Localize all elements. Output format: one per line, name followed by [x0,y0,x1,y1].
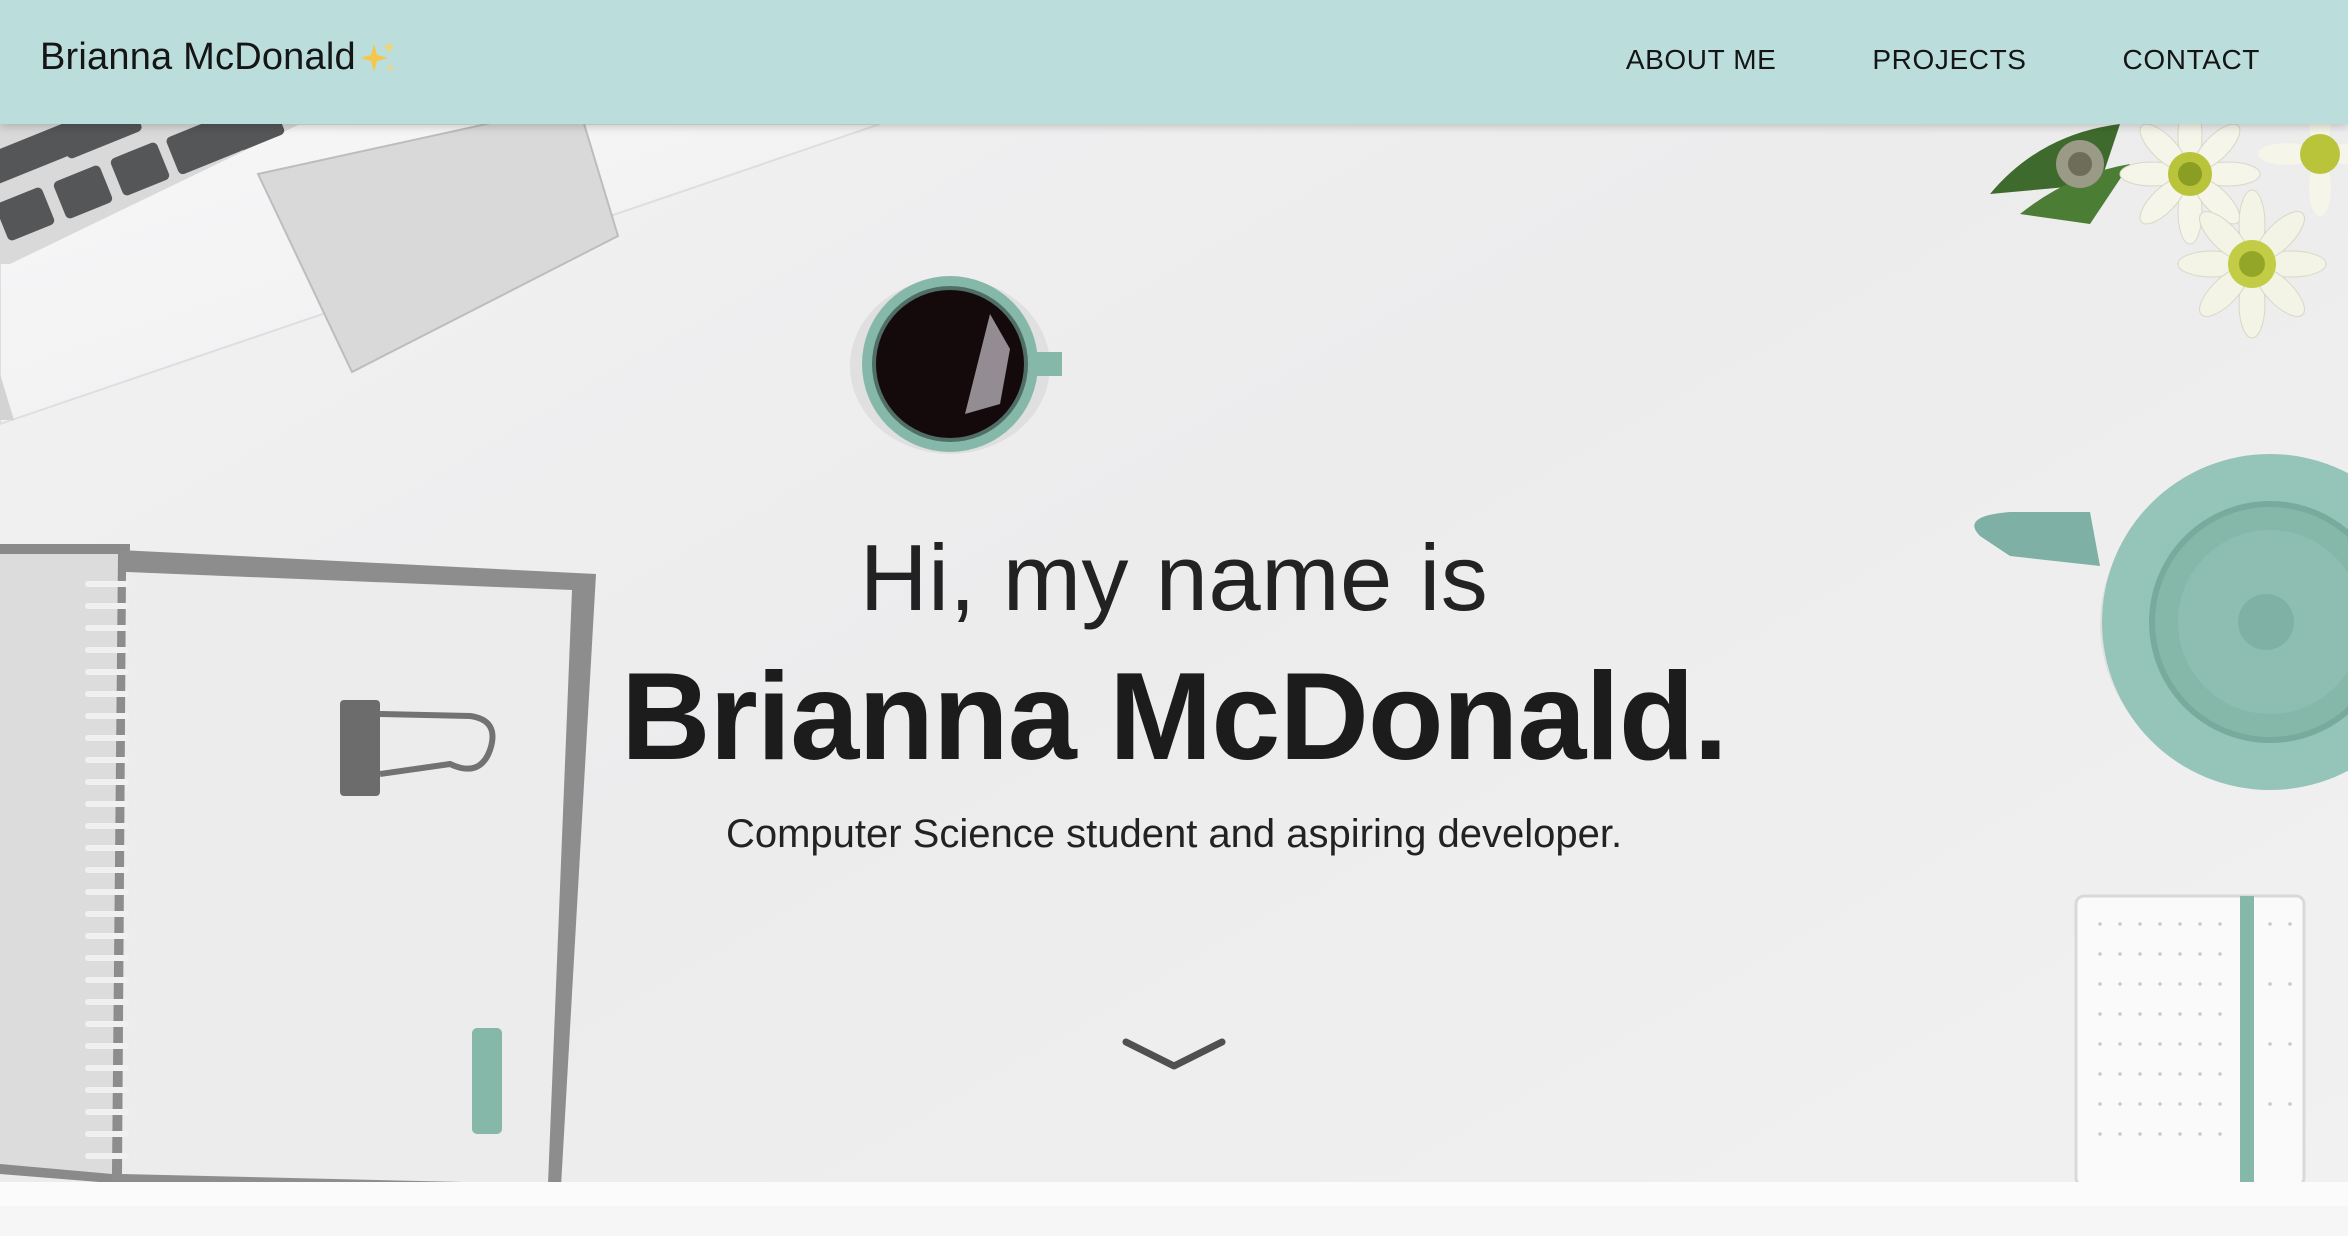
brand-name: Brianna McDonald [40,36,356,78]
flowers-image [1990,124,2348,339]
page: Brianna McDonald ABOUT ME PROJECTS CONTA… [0,0,2348,1236]
coffee-cup-image [850,276,1062,454]
hero-section: Hi, my name is Brianna McDonald. Compute… [0,124,2348,1182]
nav-contact[interactable]: CONTACT [2123,44,2260,76]
chevron-down-icon[interactable] [1122,1032,1226,1076]
hero-tagline: Computer Science student and aspiring de… [725,812,1623,856]
nav-about-me[interactable]: ABOUT ME [1626,44,1777,76]
hero-name: Brianna McDonald. [620,648,1728,786]
hero-greeting: Hi, my name is [859,525,1489,630]
sparkles-icon [359,40,395,72]
notepad-image [2074,894,2306,1182]
laptop-image [0,124,881,426]
next-section-edge [0,1182,2348,1236]
brand[interactable]: Brianna McDonald [40,36,398,79]
nav-links: ABOUT ME PROJECTS CONTACT [1626,44,2260,76]
navbar: Brianna McDonald ABOUT ME PROJECTS CONTA… [0,0,2348,124]
nav-projects[interactable]: PROJECTS [1872,44,2026,76]
